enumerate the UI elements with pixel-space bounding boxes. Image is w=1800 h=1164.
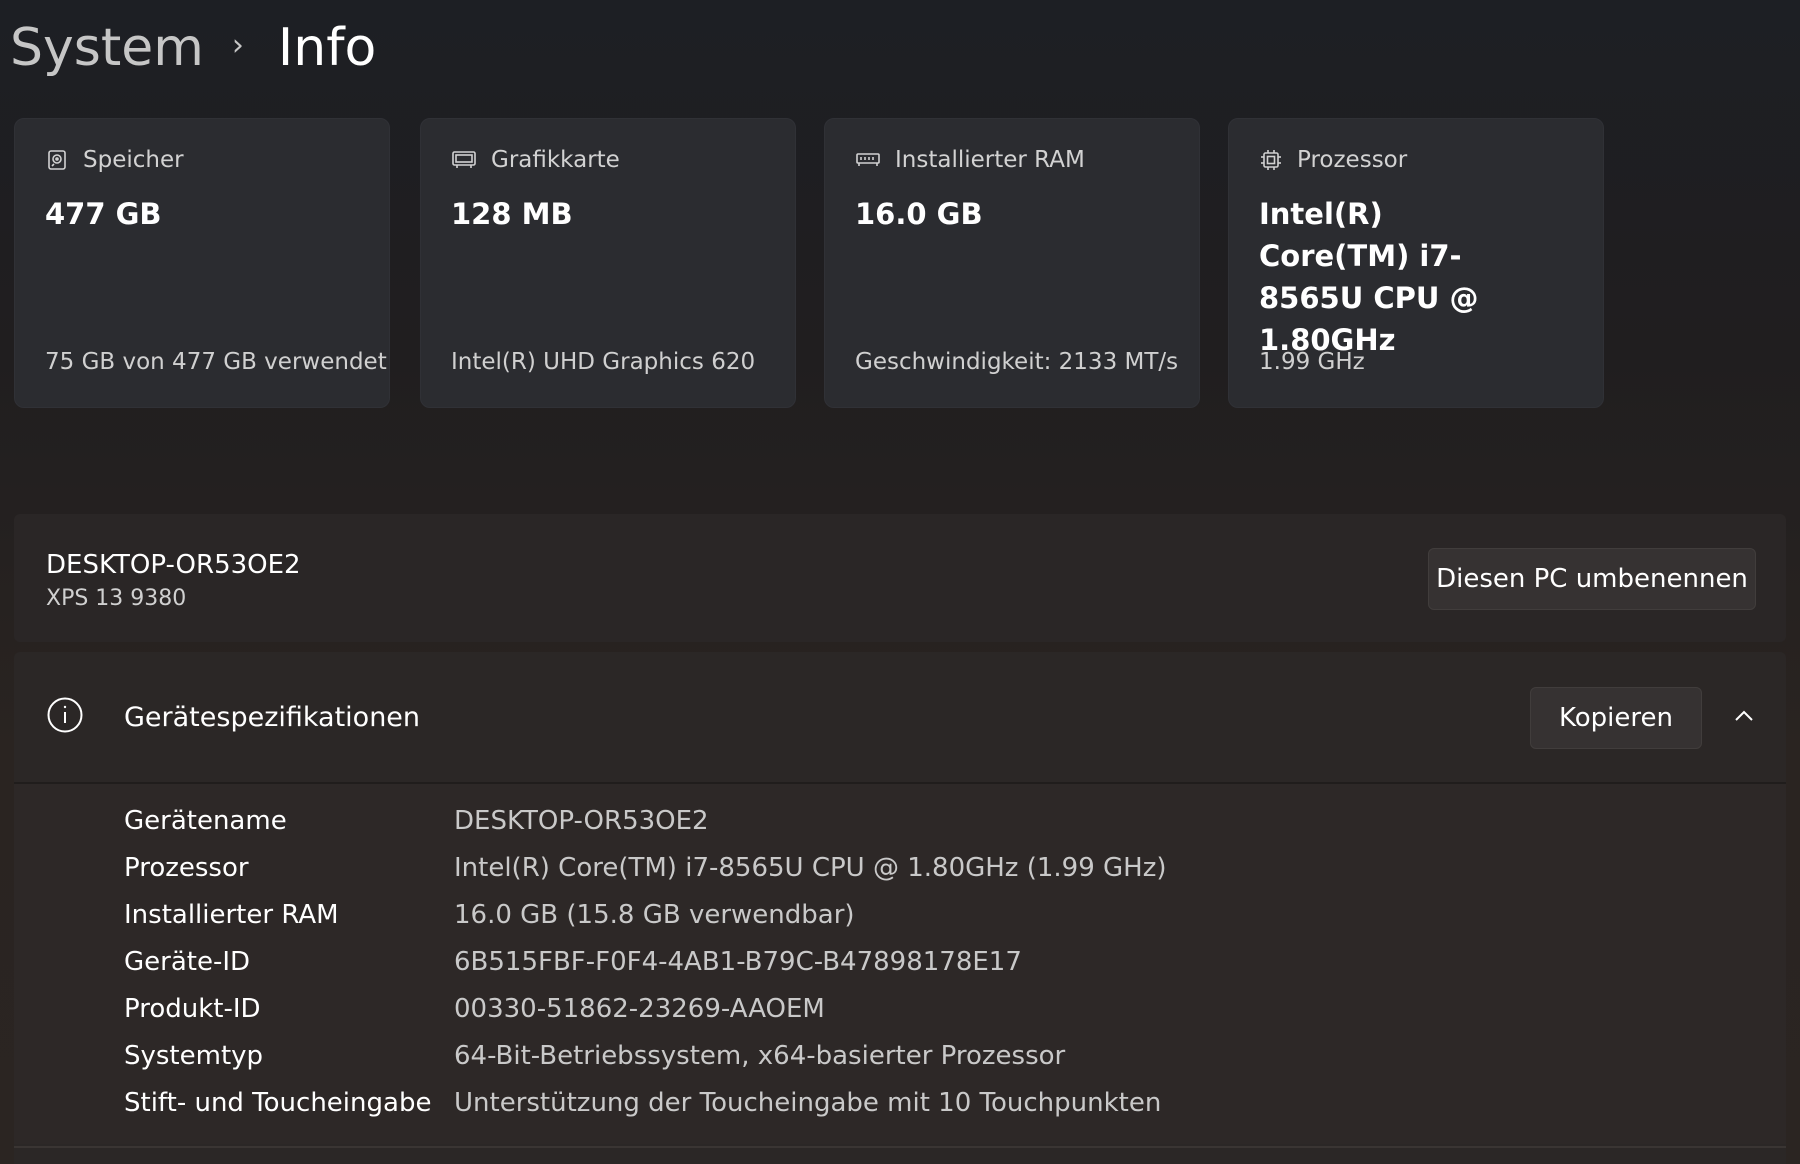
spec-value: DESKTOP-OR53OE2 <box>454 806 709 836</box>
info-icon <box>47 697 83 733</box>
spec-value: 64-Bit-Betriebssystem, x64-basierter Pro… <box>454 1041 1066 1071</box>
card-label: Installierter RAM <box>895 147 1085 173</box>
spec-value: Unterstützung der Toucheingabe mit 10 To… <box>454 1088 1162 1118</box>
spec-label: Systemtyp <box>124 1041 264 1071</box>
device-specs-title: Gerätespezifikationen <box>124 702 421 733</box>
card-value: 16.0 GB <box>855 197 983 231</box>
spec-value: Intel(R) Core(TM) i7-8565U CPU @ 1.80GHz… <box>454 853 1167 883</box>
processor-card[interactable]: Prozessor Intel(R) Core(TM) i7-8565U CPU… <box>1228 118 1604 408</box>
copy-button[interactable]: Kopieren <box>1530 687 1702 749</box>
device-specs-body: Gerätename DESKTOP-OR53OE2 Prozessor Int… <box>14 784 1786 1144</box>
spec-value: 00330-51862-23269-AAOEM <box>454 994 825 1024</box>
breadcrumb-system-link[interactable]: System <box>10 14 204 82</box>
spec-row-pen-touch: Stift- und Toucheingabe Unterstützung de… <box>124 1086 1161 1120</box>
card-label: Speicher <box>83 147 184 173</box>
spec-label: Gerätename <box>124 806 287 836</box>
ram-card[interactable]: Installierter RAM 16.0 GB Geschwindigkei… <box>824 118 1200 408</box>
breadcrumb: System › Info <box>10 14 376 82</box>
spec-value: 16.0 GB (15.8 GB verwendbar) <box>454 900 855 930</box>
graphics-card-icon <box>452 151 476 168</box>
spec-label: Prozessor <box>124 853 249 883</box>
card-value: 477 GB <box>45 197 162 231</box>
device-specs-header[interactable]: Gerätespezifikationen Kopieren <box>14 652 1786 784</box>
graphics-card[interactable]: Grafikkarte 128 MB Intel(R) UHD Graphics… <box>420 118 796 408</box>
card-label: Prozessor <box>1297 147 1408 173</box>
card-header: Speicher <box>45 147 184 173</box>
card-value: Intel(R) Core(TM) i7-8565U CPU @ 1.80GHz <box>1259 197 1479 357</box>
card-header: Prozessor <box>1259 147 1407 173</box>
card-subtext: Intel(R) UHD Graphics 620 <box>451 349 756 375</box>
device-specs-panel: Gerätespezifikationen Kopieren Gerätenam… <box>14 652 1786 1164</box>
rename-pc-button[interactable]: Diesen PC umbenennen <box>1428 548 1756 610</box>
card-subtext: Geschwindigkeit: 2133 MT/s <box>855 349 1179 375</box>
processor-icon <box>1261 150 1281 170</box>
device-name-panel: DESKTOP-OR53OE2 XPS 13 9380 Diesen PC um… <box>14 514 1786 642</box>
ram-icon <box>856 153 880 166</box>
spec-label: Installierter RAM <box>124 900 339 930</box>
storage-card[interactable]: Speicher 477 GB 75 GB von 477 GB verwend… <box>14 118 390 408</box>
spec-row-system-type: Systemtyp 64-Bit-Betriebssystem, x64-bas… <box>124 1039 1065 1073</box>
device-model: XPS 13 9380 <box>46 586 187 611</box>
spec-label: Stift- und Toucheingabe <box>124 1088 432 1118</box>
card-header: Installierter RAM <box>855 147 1085 173</box>
spec-row-device-name: Gerätename DESKTOP-OR53OE2 <box>124 804 709 838</box>
page-title: Info <box>277 18 377 78</box>
spec-row-product-id: Produkt-ID 00330-51862-23269-AAOEM <box>124 992 825 1026</box>
spec-row-processor: Prozessor Intel(R) Core(TM) i7-8565U CPU… <box>124 851 1167 885</box>
storage-icon <box>48 150 66 170</box>
breadcrumb-separator: › <box>231 28 244 63</box>
spec-row-ram: Installierter RAM 16.0 GB (15.8 GB verwe… <box>124 898 855 932</box>
spec-label: Geräte-ID <box>124 947 251 977</box>
spec-row-device-id: Geräte-ID 6B515FBF-F0F4-4AB1-B79C-B47898… <box>124 945 1022 979</box>
divider <box>14 1146 1786 1148</box>
chevron-up-icon[interactable] <box>1732 704 1756 728</box>
card-subtext: 75 GB von 477 GB verwendet <box>45 349 387 375</box>
card-value: 128 MB <box>451 197 573 231</box>
spec-label: Produkt-ID <box>124 994 261 1024</box>
card-subtext: 1.99 GHz <box>1259 349 1365 375</box>
card-header: Grafikkarte <box>451 147 620 173</box>
spec-value: 6B515FBF-F0F4-4AB1-B79C-B47898178E17 <box>454 947 1022 977</box>
device-name: DESKTOP-OR53OE2 <box>46 550 301 580</box>
card-label: Grafikkarte <box>491 147 620 173</box>
